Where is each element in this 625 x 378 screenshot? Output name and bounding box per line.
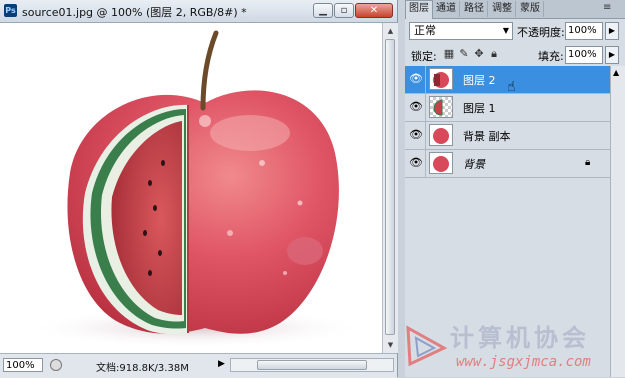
- scroll-up-icon[interactable]: ▲: [613, 68, 619, 77]
- divider: [425, 94, 426, 121]
- blend-mode-value: 正常: [414, 24, 436, 37]
- watermark-title: 计算机协会: [450, 324, 590, 352]
- document-size-info: 文档:918.8K/3.38M: [96, 363, 189, 374]
- photoshop-icon: Ps: [4, 4, 17, 17]
- blend-row: 正常 ▼ 不透明度: 100% ▶: [405, 22, 625, 42]
- watermark-logo: [406, 325, 448, 367]
- document-title: source01.jpg @ 100% (图层 2, RGB/8#) *: [22, 6, 247, 19]
- zoom-input[interactable]: 100%: [3, 358, 43, 372]
- lock-all-icon[interactable]: 🔒︎: [488, 48, 500, 60]
- layer-row-background[interactable]: 👁︎ 背景 🔒︎: [405, 150, 610, 178]
- eye-icon[interactable]: 👁︎: [409, 156, 423, 170]
- apple-thumbnail: [433, 156, 449, 172]
- document-titlebar[interactable]: Ps source01.jpg @ 100% (图层 2, RGB/8#) * …: [0, 0, 397, 23]
- eye-icon[interactable]: 👁︎: [409, 72, 423, 86]
- minimize-button[interactable]: ▁: [313, 3, 333, 18]
- fill-input[interactable]: 100%: [565, 46, 603, 64]
- apple-watermelon-image: [25, 30, 365, 348]
- layer-name[interactable]: 图层 1: [463, 100, 496, 116]
- tab-layers[interactable]: 图层: [405, 0, 433, 19]
- opacity-input[interactable]: 100%: [565, 22, 603, 40]
- close-button[interactable]: ✕: [355, 3, 393, 18]
- layer-row-background-copy[interactable]: 👁︎ 背景 副本: [405, 122, 610, 150]
- navigator-icon[interactable]: [50, 359, 62, 371]
- divider: [425, 66, 426, 93]
- lock-row: 锁定: ▦ ✎ ✥ 🔒︎ 填充: 100% ▶: [405, 45, 625, 65]
- eye-icon[interactable]: 👁︎: [409, 100, 423, 114]
- watermark-url: www.jsgxjmca.com: [456, 354, 591, 370]
- apple-thumbnail: [433, 72, 449, 88]
- panel-menu-icon[interactable]: ≡: [603, 2, 611, 13]
- chevron-down-icon: ▼: [502, 26, 509, 35]
- layer-name[interactable]: 图层 2: [463, 72, 496, 88]
- layer-thumbnail: [429, 152, 453, 174]
- layer-row-layer1[interactable]: 👁︎ 图层 1: [405, 94, 610, 122]
- tab-paths[interactable]: 路径: [461, 1, 488, 17]
- layer-name[interactable]: 背景 副本: [463, 128, 511, 144]
- opacity-slider-arrow-icon[interactable]: ▶: [605, 22, 619, 40]
- lock-position-icon[interactable]: ✥: [473, 48, 485, 60]
- scroll-thumb[interactable]: [385, 39, 395, 335]
- lock-icon: 🔒︎: [585, 157, 591, 168]
- fill-slider-arrow-icon[interactable]: ▶: [605, 46, 619, 64]
- hand-cursor-icon: ☝: [507, 79, 516, 95]
- scroll-down-icon[interactable]: ▼: [384, 338, 397, 352]
- fill-label: 填充:: [538, 50, 564, 63]
- lock-transparency-icon[interactable]: ▦: [443, 48, 455, 60]
- panel-tabs: 图层 通道 路径 调整 蒙版 ≡: [405, 0, 625, 19]
- document-window: Ps source01.jpg @ 100% (图层 2, RGB/8#) * …: [0, 0, 398, 378]
- horizontal-scrollbar[interactable]: [230, 358, 394, 372]
- apple-thumbnail: [433, 128, 449, 144]
- divider: [425, 122, 426, 149]
- vertical-scrollbar[interactable]: ▲ ▼: [382, 23, 398, 353]
- layer-thumbnail: [429, 68, 453, 90]
- tab-adjustments[interactable]: 调整: [489, 1, 516, 17]
- status-bar: 100% 文档:918.8K/3.38M ▶: [0, 353, 397, 378]
- layer-thumbnail: [429, 96, 453, 118]
- lock-pixels-icon[interactable]: ✎: [458, 48, 470, 60]
- lock-label: 锁定:: [411, 50, 437, 63]
- layer-name[interactable]: 背景: [463, 156, 485, 172]
- maximize-button[interactable]: ▫: [334, 3, 354, 18]
- tab-masks[interactable]: 蒙版: [517, 1, 544, 17]
- watermark: 计算机协会 www.jsgxjmca.com: [400, 310, 625, 377]
- opacity-label: 不透明度:: [517, 26, 565, 39]
- hscroll-thumb[interactable]: [257, 360, 367, 370]
- watermelon-thumbnail: [433, 99, 443, 116]
- scroll-up-icon[interactable]: ▲: [384, 24, 397, 38]
- divider: [425, 150, 426, 177]
- eye-icon[interactable]: 👁︎: [409, 128, 423, 142]
- layer-thumbnail: [429, 124, 453, 146]
- status-menu-arrow-icon[interactable]: ▶: [218, 359, 225, 369]
- blend-mode-select[interactable]: 正常 ▼: [409, 22, 513, 40]
- image-canvas[interactable]: [0, 23, 382, 353]
- tab-channels[interactable]: 通道: [433, 1, 460, 17]
